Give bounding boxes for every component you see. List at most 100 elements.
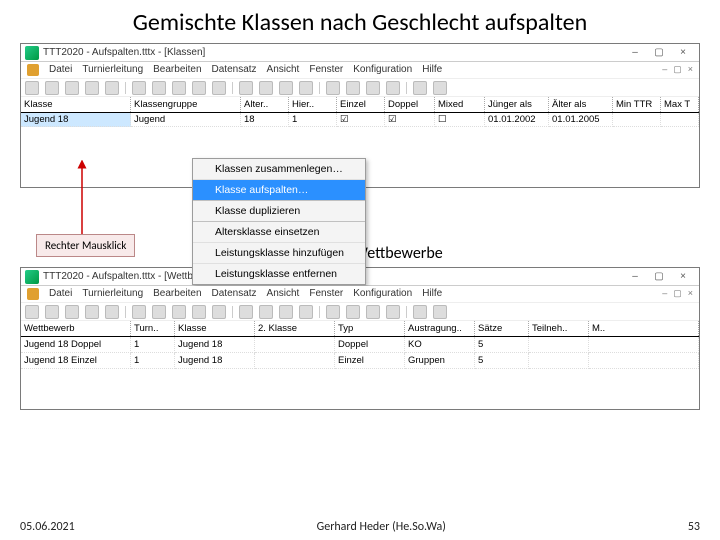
cell[interactable]: Doppel xyxy=(335,337,405,353)
cell[interactable]: Einzel xyxy=(335,353,405,369)
nav-prev-icon[interactable] xyxy=(346,305,360,319)
toolbar-icon[interactable] xyxy=(212,305,226,319)
cell[interactable]: 1 xyxy=(289,113,337,127)
col-hier[interactable]: Hier.. xyxy=(289,97,337,112)
col-alter[interactable]: Alter.. xyxy=(241,97,289,112)
nav-first-icon[interactable] xyxy=(326,81,340,95)
toolbar-icon[interactable] xyxy=(239,81,253,95)
toolbar-icon[interactable] xyxy=(413,305,427,319)
col-klassengruppe[interactable]: Klassengruppe xyxy=(131,97,241,112)
col-klasse[interactable]: Klasse xyxy=(175,321,255,336)
menu-konfiguration[interactable]: Konfiguration xyxy=(353,288,412,300)
menu-turnierleitung[interactable]: Turnierleitung xyxy=(82,288,143,300)
nav-prev-icon[interactable] xyxy=(346,81,360,95)
toolbar-icon[interactable] xyxy=(279,81,293,95)
col-typ[interactable]: Typ xyxy=(335,321,405,336)
menu-datensatz[interactable]: Datensatz xyxy=(212,64,257,76)
cell-checkbox[interactable]: ☑ xyxy=(385,113,435,127)
toolbar-icon[interactable] xyxy=(299,81,313,95)
menu-datensatz[interactable]: Datensatz xyxy=(212,288,257,300)
maximize-button[interactable]: ▢ xyxy=(647,271,671,282)
doc-close[interactable]: × xyxy=(688,64,693,75)
col-aelter[interactable]: Älter als xyxy=(549,97,613,112)
cell[interactable]: 01.01.2005 xyxy=(549,113,613,127)
ctx-zusammenlegen[interactable]: Klassen zusammenlegen… xyxy=(193,159,365,179)
menu-datei[interactable]: Datei xyxy=(49,64,72,76)
toolbar-icon[interactable] xyxy=(433,81,447,95)
mdi-icon[interactable] xyxy=(27,64,39,76)
toolbar-icon[interactable] xyxy=(212,81,226,95)
toolbar-icon[interactable] xyxy=(132,305,146,319)
close-button[interactable]: × xyxy=(671,47,695,58)
cell[interactable]: 1 xyxy=(131,353,175,369)
ctx-altersklasse[interactable]: Altersklasse einsetzen xyxy=(193,221,365,242)
col-maxttr[interactable]: Max T xyxy=(661,97,699,112)
table-row[interactable]: Jugend 18 Einzel 1 Jugend 18 Einzel Grup… xyxy=(21,353,699,369)
col-austragung[interactable]: Austragung.. xyxy=(405,321,475,336)
ctx-aufspalten[interactable]: Klasse aufspalten… xyxy=(193,179,365,200)
toolbar-icon[interactable] xyxy=(259,81,273,95)
cell[interactable]: Gruppen xyxy=(405,353,475,369)
nav-last-icon[interactable] xyxy=(386,81,400,95)
cell[interactable] xyxy=(613,113,661,127)
cell[interactable] xyxy=(529,337,589,353)
toolbar-icon[interactable] xyxy=(299,305,313,319)
toolbar-icon[interactable] xyxy=(152,81,166,95)
col-m[interactable]: M.. xyxy=(589,321,699,336)
col-turn[interactable]: Turn.. xyxy=(131,321,175,336)
col-teilneh[interactable]: Teilneh.. xyxy=(529,321,589,336)
toolbar-icon[interactable] xyxy=(172,305,186,319)
toolbar-icon[interactable] xyxy=(413,81,427,95)
minimize-button[interactable]: – xyxy=(623,271,647,282)
toolbar-icon[interactable] xyxy=(105,305,119,319)
col-einzel[interactable]: Einzel xyxy=(337,97,385,112)
toolbar-icon[interactable] xyxy=(65,81,79,95)
col-saetze[interactable]: Sätze xyxy=(475,321,529,336)
toolbar-icon[interactable] xyxy=(65,305,79,319)
cell[interactable] xyxy=(529,353,589,369)
col-mixed[interactable]: Mixed xyxy=(435,97,485,112)
toolbar-icon[interactable] xyxy=(45,81,59,95)
menu-hilfe[interactable]: Hilfe xyxy=(422,288,442,300)
toolbar-icon[interactable] xyxy=(192,305,206,319)
cell[interactable]: Jugend xyxy=(131,113,241,127)
menu-hilfe[interactable]: Hilfe xyxy=(422,64,442,76)
menu-fenster[interactable]: Fenster xyxy=(309,288,343,300)
cell[interactable]: Jugend 18 xyxy=(175,337,255,353)
toolbar-icon[interactable] xyxy=(132,81,146,95)
menu-ansicht[interactable]: Ansicht xyxy=(267,64,300,76)
doc-restore[interactable]: ▢ xyxy=(673,64,682,75)
col-minttr[interactable]: Min TTR xyxy=(613,97,661,112)
cell[interactable] xyxy=(255,353,335,369)
toolbar-icon[interactable] xyxy=(25,81,39,95)
maximize-button[interactable]: ▢ xyxy=(647,47,671,58)
cell[interactable]: 5 xyxy=(475,337,529,353)
menu-fenster[interactable]: Fenster xyxy=(309,64,343,76)
col-klasse[interactable]: Klasse xyxy=(21,97,131,112)
nav-next-icon[interactable] xyxy=(366,81,380,95)
cell[interactable]: 18 xyxy=(241,113,289,127)
toolbar-icon[interactable] xyxy=(172,81,186,95)
cell[interactable] xyxy=(589,337,699,353)
toolbar-icon[interactable] xyxy=(239,305,253,319)
toolbar-icon[interactable] xyxy=(259,305,273,319)
menu-bearbeiten[interactable]: Bearbeiten xyxy=(153,288,201,300)
menu-datei[interactable]: Datei xyxy=(49,288,72,300)
cell[interactable] xyxy=(255,337,335,353)
cell[interactable]: KO xyxy=(405,337,475,353)
toolbar-icon[interactable] xyxy=(192,81,206,95)
menu-konfiguration[interactable]: Konfiguration xyxy=(353,64,412,76)
col-2klasse[interactable]: 2. Klasse xyxy=(255,321,335,336)
doc-restore[interactable]: ▢ xyxy=(673,288,682,299)
ctx-leistung-add[interactable]: Leistungsklasse hinzufügen xyxy=(193,242,365,263)
menu-ansicht[interactable]: Ansicht xyxy=(267,288,300,300)
toolbar-icon[interactable] xyxy=(85,81,99,95)
nav-last-icon[interactable] xyxy=(386,305,400,319)
minimize-button[interactable]: – xyxy=(623,47,647,58)
col-wettbewerb[interactable]: Wettbewerb xyxy=(21,321,131,336)
table-row[interactable]: Jugend 18 Doppel 1 Jugend 18 Doppel KO 5 xyxy=(21,337,699,353)
cell[interactable]: 1 xyxy=(131,337,175,353)
menu-turnierleitung[interactable]: Turnierleitung xyxy=(82,64,143,76)
col-doppel[interactable]: Doppel xyxy=(385,97,435,112)
cell-checkbox[interactable]: ☐ xyxy=(435,113,485,127)
